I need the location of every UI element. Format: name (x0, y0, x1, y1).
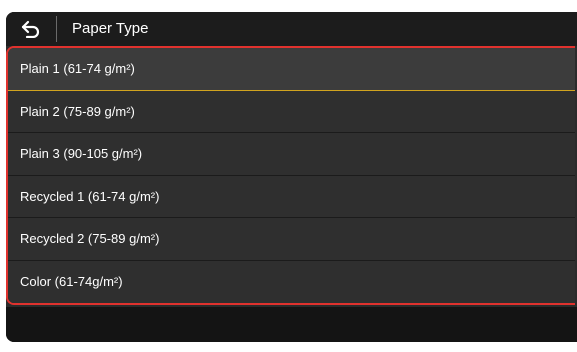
title-bar: Paper Type (6, 12, 577, 46)
paper-type-list: Plain 1 (61-74 g/m²) Plain 2 (75-89 g/m²… (6, 46, 575, 305)
paper-type-item-recycled-1[interactable]: Recycled 1 (61-74 g/m²) (8, 175, 575, 218)
page-title: Paper Type (72, 20, 149, 37)
paper-type-item-plain-3[interactable]: Plain 3 (90-105 g/m²) (8, 133, 575, 176)
paper-type-item-recycled-2[interactable]: Recycled 2 (75-89 g/m²) (8, 218, 575, 261)
paper-type-item-plain-2[interactable]: Plain 2 (75-89 g/m²) (8, 90, 575, 133)
paper-type-item-plain-1[interactable]: Plain 1 (61-74 g/m²) (8, 48, 575, 91)
back-arrow-icon (21, 20, 40, 38)
device-screen: Paper Type Plain 1 (61-74 g/m²) Plain 2 … (6, 12, 577, 342)
header-divider (56, 16, 57, 42)
paper-type-item-color[interactable]: Color (61-74g/m²) (8, 260, 575, 303)
back-button[interactable] (6, 12, 56, 46)
footer-bar (6, 307, 577, 342)
